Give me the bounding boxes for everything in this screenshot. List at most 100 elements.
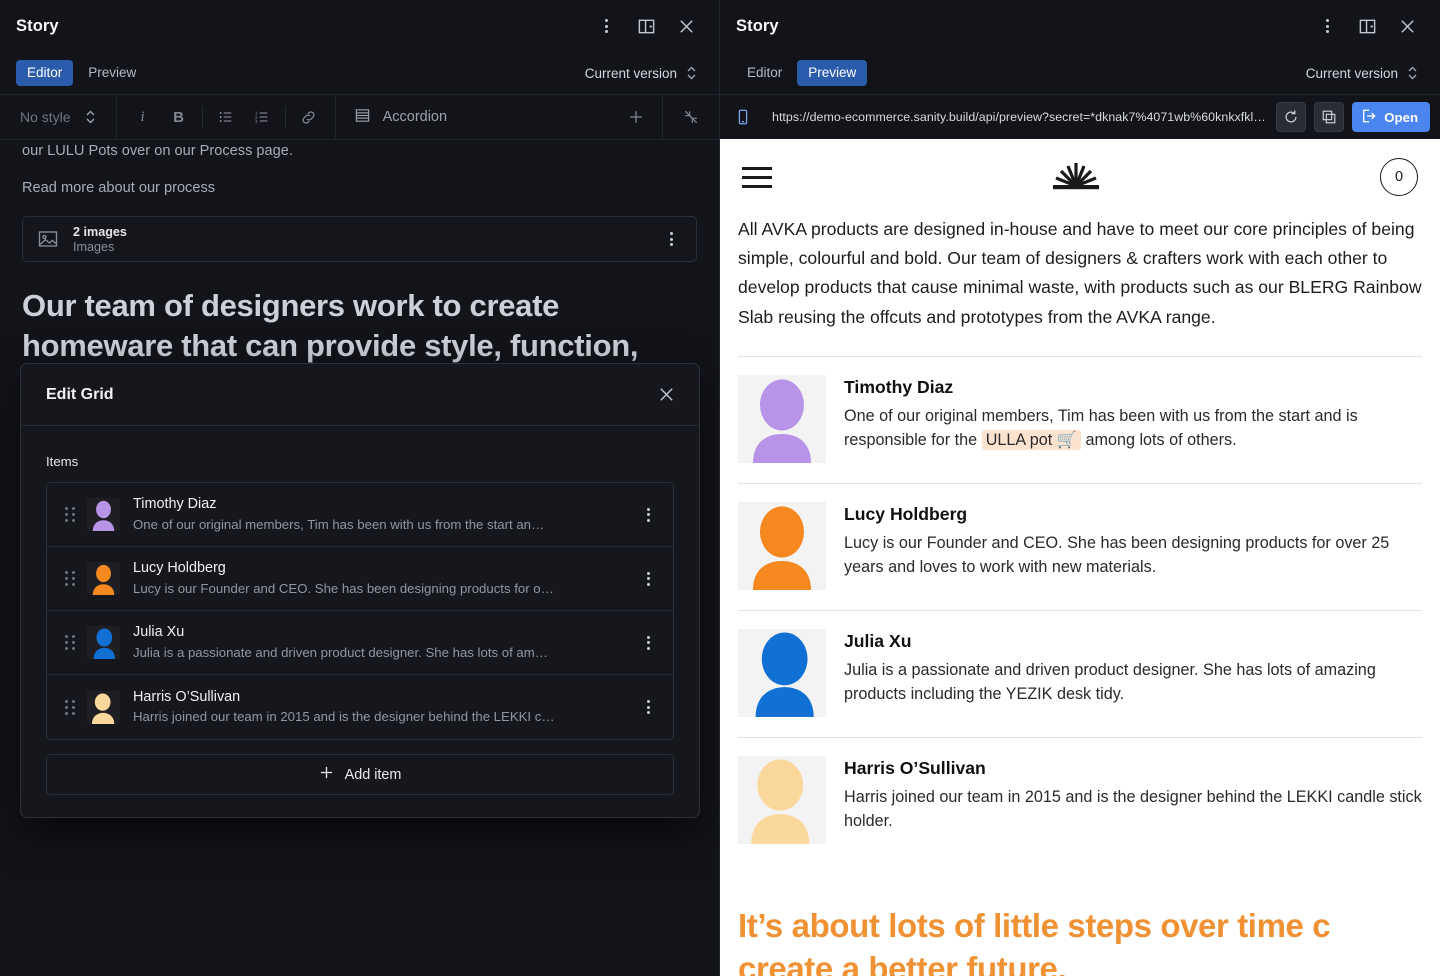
- dialog-body: Items Timothy Diaz One of our original m…: [21, 426, 699, 817]
- team-member-name: Julia Xu: [844, 631, 1422, 652]
- open-button-label: Open: [1384, 110, 1418, 125]
- split-pane-icon[interactable]: [1350, 9, 1384, 43]
- avatar: [738, 502, 826, 590]
- preview-tabs: Editor Preview: [736, 60, 867, 86]
- close-icon[interactable]: [669, 9, 703, 43]
- team-member: Timothy Diaz One of our original members…: [738, 356, 1422, 483]
- format-group: i B 1 2 3: [117, 95, 336, 139]
- team-member-body: Harris O’Sullivan Harris joined our team…: [844, 756, 1422, 844]
- preview-iframe[interactable]: 0 All AVKA products are designed in-hous…: [720, 139, 1440, 976]
- list-item-text: Timothy Diaz One of our original members…: [133, 495, 633, 533]
- split-pane-icon[interactable]: [629, 9, 663, 43]
- shopping-cart-icon: 🛒: [1057, 431, 1077, 449]
- add-item-button[interactable]: Add item: [46, 754, 674, 795]
- cart-count: 0: [1395, 169, 1403, 185]
- drag-handle-icon[interactable]: [59, 635, 81, 650]
- add-block-button[interactable]: [620, 102, 652, 132]
- copy-icon[interactable]: [1314, 102, 1344, 132]
- url-input[interactable]: https://demo-ecommerce.sanity.build/api/…: [766, 110, 1268, 124]
- avatar: [738, 756, 826, 844]
- style-dropdown[interactable]: No style: [10, 103, 106, 131]
- style-dropdown-value: No style: [20, 109, 71, 125]
- sunburst-logo-icon[interactable]: [1049, 158, 1103, 197]
- close-icon[interactable]: [649, 378, 683, 412]
- list-item-desc: Harris joined our team in 2015 and is th…: [133, 708, 613, 726]
- list-item[interactable]: Julia Xu Julia is a passionate and drive…: [47, 611, 673, 675]
- more-vertical-icon[interactable]: [633, 690, 663, 724]
- dialog-title: Edit Grid: [46, 386, 114, 404]
- add-item-label: Add item: [345, 767, 402, 783]
- more-vertical-icon[interactable]: [589, 9, 623, 43]
- collapse-icon[interactable]: [675, 102, 707, 132]
- editor-tabs: Editor Preview: [16, 60, 147, 86]
- images-block[interactable]: 2 images Images: [22, 216, 697, 262]
- bulleted-list-icon[interactable]: [210, 102, 242, 132]
- version-label: Current version: [1306, 66, 1398, 81]
- hamburger-menu-icon[interactable]: [742, 167, 772, 188]
- drag-handle-icon[interactable]: [59, 700, 81, 715]
- version-selector[interactable]: Current version: [1300, 61, 1424, 85]
- tab-preview[interactable]: Preview: [77, 60, 147, 86]
- images-block-menu-icon[interactable]: [658, 226, 684, 252]
- team-member-desc: One of our original members, Tim has bee…: [844, 404, 1422, 453]
- collapse-group: [663, 95, 719, 139]
- close-icon[interactable]: [1390, 9, 1424, 43]
- plus-icon: [319, 765, 334, 784]
- preview-header-actions: [1310, 9, 1424, 43]
- annotation-group: Accordion: [336, 95, 663, 139]
- list-item-name: Timothy Diaz: [133, 495, 633, 514]
- avatar: [87, 562, 120, 595]
- refresh-icon[interactable]: [1276, 102, 1306, 132]
- drag-handle-icon[interactable]: [59, 507, 81, 522]
- avatar: [738, 375, 826, 463]
- editor-process-link[interactable]: Read more about our process: [22, 177, 697, 201]
- drag-handle-icon[interactable]: [59, 571, 81, 586]
- bold-label: B: [173, 109, 184, 126]
- more-vertical-icon[interactable]: [633, 562, 663, 596]
- toolbar-divider: [285, 106, 286, 128]
- editor-header-actions: [589, 9, 703, 43]
- list-item-desc: Julia is a passionate and driven product…: [133, 644, 613, 662]
- more-vertical-icon[interactable]: [633, 498, 663, 532]
- chevron-updown-icon: [686, 65, 697, 81]
- list-item[interactable]: Lucy Holdberg Lucy is our Founder and CE…: [47, 547, 673, 611]
- mobile-device-icon[interactable]: [728, 102, 758, 132]
- list-item-name: Harris O’Sullivan: [133, 688, 633, 707]
- product-link[interactable]: ULLA pot 🛒: [982, 430, 1081, 450]
- images-block-subtitle: Images: [73, 240, 644, 254]
- preview-pane: Story Editor: [720, 0, 1440, 976]
- list-item[interactable]: Harris O’Sullivan Harris joined our team…: [47, 675, 673, 739]
- list-item-text: Julia Xu Julia is a passionate and drive…: [133, 623, 633, 661]
- product-link-label: ULLA pot: [986, 431, 1053, 449]
- external-link-icon: [1361, 108, 1377, 127]
- list-item-desc: Lucy is our Founder and CEO. She has bee…: [133, 580, 613, 598]
- link-icon[interactable]: [293, 102, 325, 132]
- avatar: [738, 629, 826, 717]
- avatar: [87, 626, 120, 659]
- italic-label: i: [140, 109, 144, 126]
- team-member: Lucy Holdberg Lucy is our Founder and CE…: [738, 483, 1422, 610]
- cart-badge[interactable]: 0: [1380, 158, 1418, 196]
- site-header: 0: [720, 139, 1440, 215]
- annotation-accordion[interactable]: Accordion: [346, 103, 455, 132]
- callout-line-2: create a better future.: [738, 947, 1422, 976]
- editor-toolbar: No style i B: [0, 94, 719, 140]
- preview-url-bar: https://demo-ecommerce.sanity.build/api/…: [720, 94, 1440, 140]
- bold-button[interactable]: B: [163, 102, 195, 132]
- list-item-text: Harris O’Sullivan Harris joined our team…: [133, 688, 633, 726]
- italic-button[interactable]: i: [127, 102, 159, 132]
- tab-editor[interactable]: Editor: [736, 60, 793, 86]
- list-item[interactable]: Timothy Diaz One of our original members…: [47, 483, 673, 547]
- version-selector[interactable]: Current version: [579, 61, 703, 85]
- more-vertical-icon[interactable]: [1310, 9, 1344, 43]
- open-button[interactable]: Open: [1352, 102, 1430, 132]
- more-vertical-icon[interactable]: [633, 626, 663, 660]
- team-member-name: Lucy Holdberg: [844, 504, 1422, 525]
- tab-preview[interactable]: Preview: [797, 60, 867, 86]
- style-group: No style: [0, 95, 117, 139]
- tab-editor[interactable]: Editor: [16, 60, 73, 86]
- app-root: Story Editor: [0, 0, 1440, 976]
- team-member-desc: Julia is a passionate and driven product…: [844, 658, 1422, 707]
- numbered-list-icon[interactable]: 1 2 3: [246, 102, 278, 132]
- team-member-name: Timothy Diaz: [844, 377, 1422, 398]
